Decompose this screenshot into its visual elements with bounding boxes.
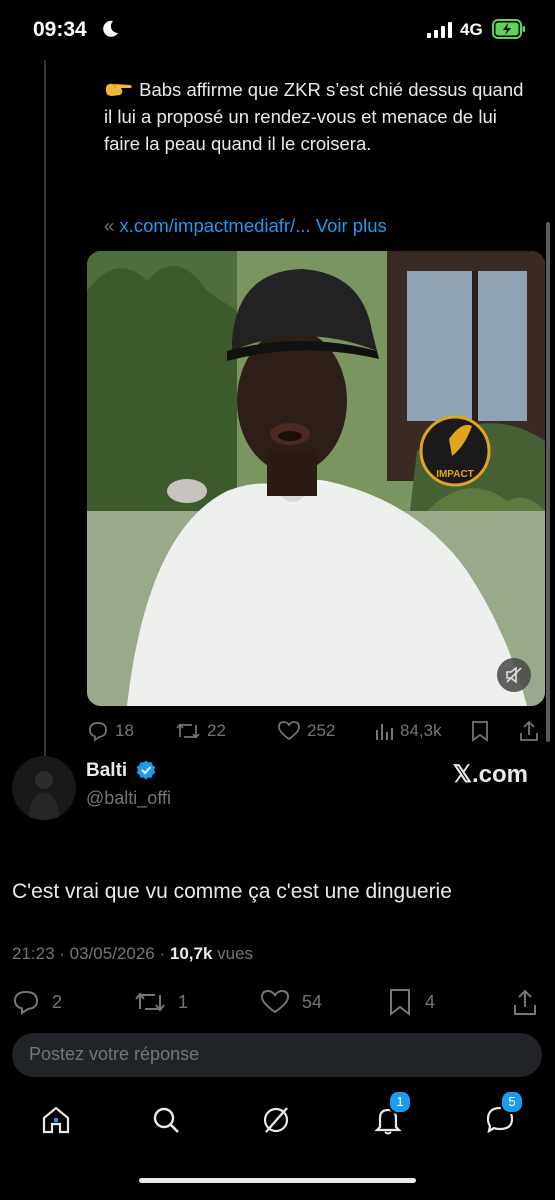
grok-icon [263,1107,289,1133]
quoted-tweet-link[interactable]: « x.com/impactmediafr/... Voir plus [104,215,387,237]
tab-notifications[interactable]: 1 [368,1090,412,1140]
reply-action[interactable]: 2 [12,985,62,1019]
notifications-badge: 1 [388,1090,412,1114]
views-action[interactable]: 84,3k [374,716,442,746]
bookmark-icon [472,721,488,742]
heart-icon [260,989,290,1014]
tab-search[interactable] [146,1100,186,1140]
author-handle[interactable]: @balti_offi [86,788,171,809]
reply-count: 2 [52,991,63,1012]
retweet-icon [176,723,200,739]
source-label: 𝕏.com [452,761,528,788]
video-watermark-text: IMPACT [436,469,474,480]
share-action[interactable] [518,716,546,746]
moon-icon [103,20,118,37]
reply-action[interactable]: 18 [87,716,134,746]
tweet-views-count: 10,7k [169,944,213,963]
video-frame-illustration: IMPACT [87,251,545,706]
link-prefix: « [104,215,115,236]
home-indicator [139,1178,416,1183]
heart-icon [278,721,300,741]
like-action[interactable]: 54 [260,985,322,1019]
views-count: 84,3k [400,721,442,740]
reply-placeholder: Postez votre réponse [29,1044,200,1064]
avatar[interactable] [12,756,76,820]
network-label: 4G [460,20,483,39]
retweet-action[interactable]: 1 [134,985,188,1019]
share-icon [514,989,536,1015]
tweet-text: C'est vrai que vu comme ça c'est une din… [12,880,452,903]
tweet-timestamp: 21:23 · 03/05/2026 · [12,944,166,963]
like-count: 54 [302,991,323,1012]
bookmark-icon [390,989,410,1016]
pointing-hand-icon [106,83,132,96]
bookmark-action[interactable]: 4 [387,985,435,1019]
like-action[interactable]: 252 [277,716,335,746]
quoted-tweet-text: Babs affirme que ZKR s’est chié dessus q… [104,76,524,157]
signal-icon [427,22,452,38]
tab-grok[interactable] [256,1100,296,1140]
bottom-tab-bar: 1 5 [0,1090,555,1160]
tab-home[interactable] [36,1100,76,1140]
status-time: 09:34 [33,18,87,41]
like-count: 252 [307,721,336,740]
share-action[interactable] [512,985,550,1019]
share-icon [520,720,538,741]
avatar-silhouette [12,756,76,820]
reply-icon [13,990,39,1015]
battery-charging-icon [492,19,525,39]
retweet-count: 22 [207,721,226,740]
messages-badge: 5 [500,1090,524,1114]
mute-button[interactable] [497,658,531,692]
tweet-meta: 21:23 · 03/05/2026 · 10,7k vues [12,944,253,964]
reply-input[interactable]: Postez votre réponse [12,1033,542,1077]
embedded-video[interactable]: IMPACT [87,251,545,706]
verified-badge-icon [136,760,156,780]
tweet-views-label: vues [217,944,254,963]
thread-connector-line [44,60,46,765]
bookmark-action[interactable] [470,716,496,746]
retweet-icon [135,992,165,1012]
scrollbar[interactable] [546,222,550,742]
home-icon [42,1106,70,1134]
link-text[interactable]: x.com/impactmediafr/... Voir plus [119,215,386,236]
quoted-tweet-actions: 18 22 252 84,3k [87,716,542,746]
search-icon [153,1107,179,1133]
author-name[interactable]: Balti [86,760,127,782]
reply-count: 18 [115,721,134,740]
speaker-muted-icon [506,666,522,684]
views-chart-icon [376,724,393,740]
bookmark-count: 4 [425,991,436,1012]
tweet-actions: 2 1 54 4 [12,985,542,1019]
retweet-action[interactable]: 22 [175,716,226,746]
tab-messages[interactable]: 5 [480,1090,524,1140]
retweet-count: 1 [178,991,189,1012]
reply-icon [89,722,107,742]
status-bar: 09:34 4G [0,0,555,60]
quoted-tweet-body: Babs affirme que ZKR s’est chié dessus q… [104,79,524,154]
tweet-author: Balti @balti_offi 𝕏.com [12,752,542,842]
